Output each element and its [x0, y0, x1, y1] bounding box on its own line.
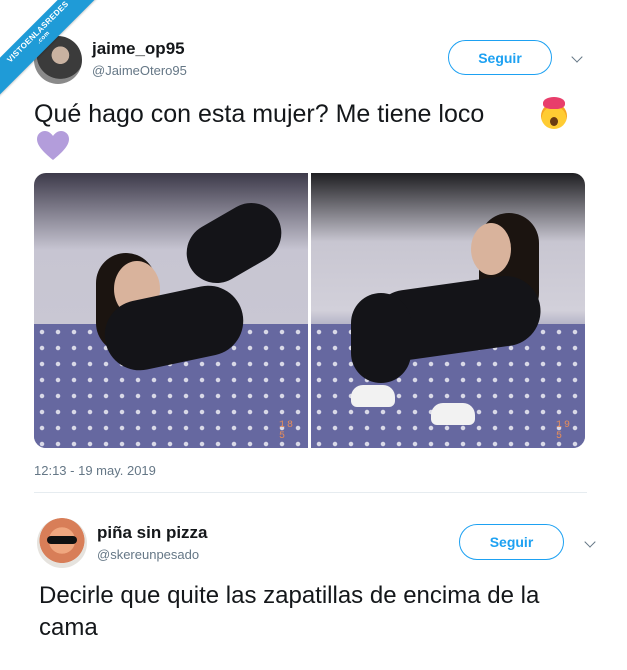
- reply-text: Decirle que quite las zapatillas de enci…: [39, 582, 540, 641]
- chevron-down-icon[interactable]: [571, 51, 583, 63]
- purple-heart-emoji: [37, 131, 69, 160]
- photo-date-stamp: 19 5: [556, 420, 573, 442]
- author-name[interactable]: jaime_op95: [92, 39, 185, 59]
- face-image: [471, 223, 511, 275]
- follow-button[interactable]: Seguir: [448, 40, 552, 75]
- tweet-timestamp[interactable]: 12:13 - 19 may. 2019: [34, 463, 156, 478]
- reply-author-name[interactable]: piña sin pizza: [97, 523, 208, 543]
- avatar-glasses: [47, 536, 77, 544]
- photo[interactable]: 18 5: [34, 173, 308, 448]
- sneaker-image: [431, 403, 475, 425]
- divider: [34, 492, 587, 493]
- exploding-head-emoji: [541, 97, 567, 129]
- avatar[interactable]: [37, 518, 87, 568]
- chevron-down-icon[interactable]: [584, 536, 596, 548]
- photo-date-stamp: 18 5: [279, 420, 296, 442]
- reply-author-handle[interactable]: @skereunpesado: [97, 547, 199, 562]
- sneaker-image: [351, 385, 395, 407]
- leg-image: [175, 192, 293, 294]
- photo[interactable]: 19 5: [311, 173, 585, 448]
- leg-image: [351, 293, 411, 383]
- author-handle[interactable]: @JaimeOtero95: [92, 63, 187, 78]
- follow-button[interactable]: Seguir: [459, 524, 564, 560]
- tweet-text: Qué hago con esta mujer? Me tiene loco: [34, 100, 485, 128]
- media-gallery[interactable]: 18 5 19 5: [34, 173, 585, 448]
